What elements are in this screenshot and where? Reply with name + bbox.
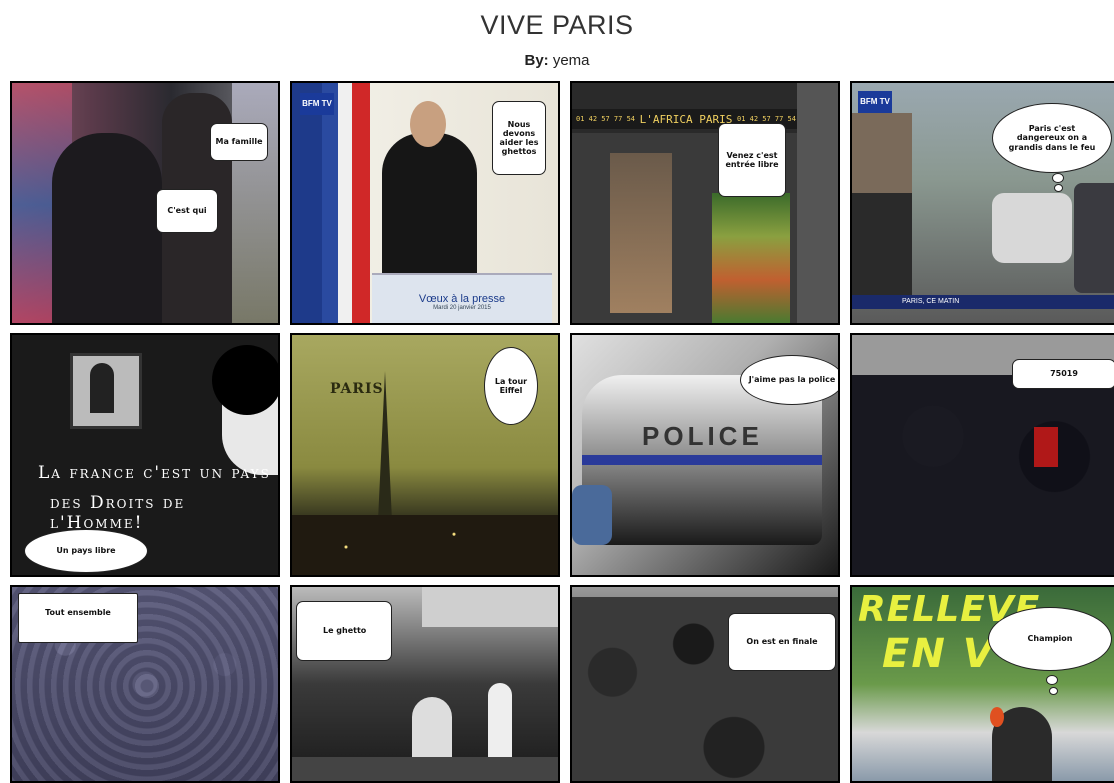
author-name: yema: [552, 52, 590, 69]
ground: [292, 757, 558, 781]
shop-name: L'AFRICA PARIS: [639, 112, 733, 126]
speech-bubble: Le ghetto: [296, 601, 392, 661]
wall-text-2: EN V: [882, 631, 996, 677]
building: [422, 587, 558, 627]
speech-bubble: Venez c'est entrée libre: [718, 123, 786, 197]
flag-eu: [292, 83, 322, 323]
police-text: POLICE: [642, 421, 763, 451]
headlight: [572, 485, 612, 545]
panel-3[interactable]: 01 42 57 77 54 L'AFRICA PARIS 01 42 57 7…: [570, 81, 840, 325]
crowd-hooded: [852, 375, 1114, 575]
overlay-line-1: La france c'est un pays: [38, 463, 271, 483]
car-stripe: [582, 455, 822, 465]
pedestrian: [488, 683, 512, 757]
storyboard-grid: Ma famille C'est qui BFM TV Vœux à la pr…: [10, 81, 1114, 783]
speech-bubble: La tour Eiffel: [484, 347, 538, 425]
panel-4[interactable]: BFM TV PARIS, CE MATIN Paris c'est dange…: [850, 81, 1114, 325]
shop-column: [797, 83, 838, 323]
overlay-line-2: des Droits de l'Homme!: [50, 493, 186, 533]
cyclist: [412, 697, 452, 757]
shop-phone-2: 01 42 57 77 54: [736, 115, 796, 123]
panel-7[interactable]: POLICE J'aime pas la police: [570, 333, 840, 577]
speaker-head: [410, 101, 446, 147]
speaker: [382, 133, 477, 293]
flag-france-red: [352, 83, 370, 323]
shop-phone-1: 01 42 57 77 54: [576, 115, 636, 123]
thought-bubble: Paris c'est dangereux on a grandis dans …: [992, 103, 1112, 173]
panel-8[interactable]: 75019: [850, 333, 1114, 577]
news-caption: PARIS, CE MATIN: [852, 295, 1114, 309]
thought-bubble: Champion: [988, 607, 1112, 671]
bfm-logo: BFM TV: [300, 93, 334, 115]
thought-puff-2: [1054, 184, 1063, 192]
thought-puff-2: [1049, 687, 1058, 695]
flag-france-white: [338, 83, 352, 323]
tv-figure: [90, 363, 114, 413]
panel-10[interactable]: Le ghetto: [290, 585, 560, 783]
panel-3-scene: 01 42 57 77 54 L'AFRICA PARIS 01 42 57 7…: [572, 83, 838, 323]
red-bandana: [1034, 427, 1058, 467]
person-hooded: [52, 133, 162, 323]
bfm-logo: BFM TV: [858, 91, 892, 113]
cartoon-hair: [212, 345, 278, 415]
speech-bubble: Un pays libre: [24, 529, 148, 573]
speech-bubble-2: C'est qui: [156, 189, 218, 233]
speech-bubble-1: Ma famille: [210, 123, 268, 161]
produce-shelves: [712, 193, 790, 323]
flag-france-blue: [322, 83, 338, 323]
panel-1-scene: [12, 83, 278, 323]
shop-window: [610, 153, 672, 313]
by-label: By:: [524, 52, 549, 69]
panel-9[interactable]: Tout ensemble: [10, 585, 280, 783]
eiffel-tower-icon: [378, 371, 392, 521]
panel-12[interactable]: RELLEVE EN V Champion: [850, 585, 1114, 783]
city-lights: [292, 515, 558, 575]
panel-5[interactable]: La france c'est un pays des Droits de l'…: [10, 333, 280, 577]
panel-11[interactable]: On est en finale: [570, 585, 840, 783]
parked-cars: [852, 193, 912, 303]
lectern-sign-date: Mardi 20 janvier 2015: [433, 305, 491, 311]
panel-1[interactable]: Ma famille C'est qui: [10, 81, 280, 325]
speech-bubble: On est en finale: [728, 613, 836, 671]
panel-2[interactable]: BFM TV Vœux à la presse Mardi 20 janvier…: [290, 81, 560, 325]
paris-label: PARIS: [330, 381, 384, 397]
panel-6[interactable]: PARIS La tour Eiffel: [290, 333, 560, 577]
lectern-sign: Vœux à la presse: [418, 293, 506, 305]
page-title: VIVE PARIS: [480, 10, 634, 40]
thought-puff-1: [1046, 675, 1058, 685]
byline: By: yema: [0, 52, 1114, 69]
car-dark: [1074, 183, 1114, 293]
street-light: [232, 83, 278, 323]
flare: [990, 707, 1004, 727]
speech-bubble: Tout ensemble: [18, 593, 138, 643]
lectern: Vœux à la presse Mardi 20 janvier 2015: [372, 273, 552, 323]
car-white: [992, 193, 1072, 263]
thought-puff-1: [1052, 173, 1064, 183]
speech-bubble: J'aime pas la police: [740, 355, 838, 405]
speech-bubble: Nous devons aider les ghettos: [492, 101, 546, 175]
speech-bubble: 75019: [1012, 359, 1114, 389]
